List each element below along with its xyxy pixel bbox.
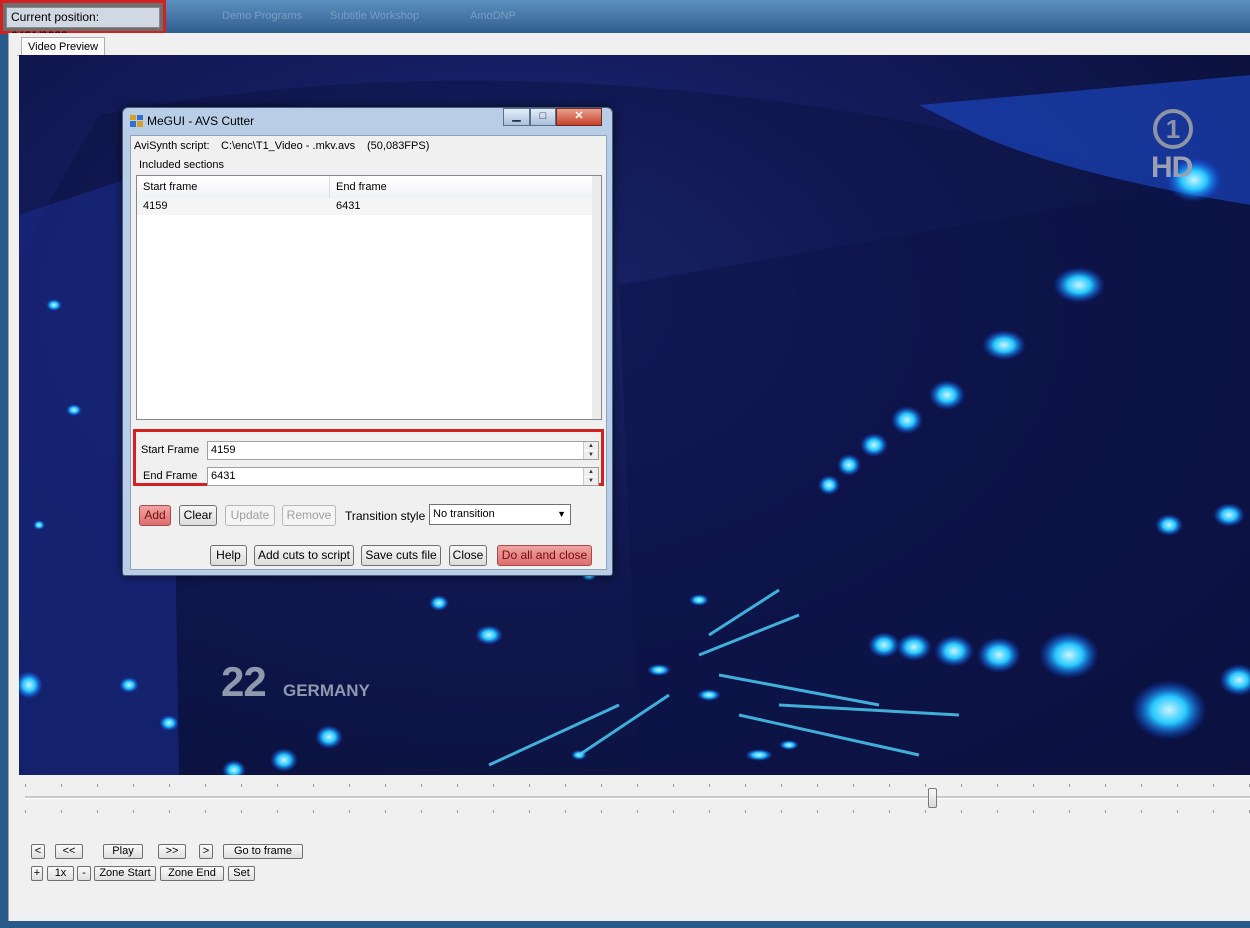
slider-ticks-bottom [25, 810, 1250, 813]
slider-thumb[interactable] [928, 788, 937, 808]
tab-video-preview[interactable]: Video Preview [21, 37, 106, 56]
dialog-title: MeGUI - AVS Cutter [147, 114, 255, 128]
spin-up-icon[interactable]: ▲ [584, 468, 598, 476]
taskbar-ghost-item: Demo Programs [222, 10, 303, 22]
seek-slider[interactable] [25, 780, 1250, 820]
remove-button[interactable]: Remove [282, 505, 336, 526]
slider-track [25, 796, 1250, 799]
taskbar: Demo Programs Subtitle Workshop AmoDNP [0, 0, 1250, 33]
help-button[interactable]: Help [210, 545, 247, 566]
app-icon [130, 115, 143, 127]
zoom-level-button[interactable]: 1x [47, 866, 74, 881]
transition-style-select[interactable]: No transition ▼ [429, 504, 571, 525]
current-position-label: Current position: 6431/9038 [6, 7, 160, 43]
rewind-button[interactable]: << [55, 844, 83, 859]
end-frame-spinner[interactable]: ▲ ▼ [583, 468, 598, 485]
transition-style-label: Transition style [345, 509, 426, 523]
sections-label: Included sections [139, 159, 224, 171]
script-fps: (50,083FPS) [367, 140, 430, 152]
close-icon[interactable]: ✕ [556, 108, 602, 126]
end-frame-input[interactable]: 6431 ▲ ▼ [207, 467, 599, 486]
do-all-and-close-button[interactable]: Do all and close [497, 545, 592, 566]
spin-down-icon[interactable]: ▼ [584, 477, 598, 485]
zone-start-button[interactable]: Zone Start [94, 866, 156, 881]
taskbar-ghost-item: AmoDNP [470, 10, 516, 22]
start-frame-value: 4159 [211, 444, 236, 456]
play-button[interactable]: Play [103, 844, 143, 859]
set-button[interactable]: Set [228, 866, 255, 881]
start-frame-label: Start Frame [141, 444, 200, 456]
column-end-frame[interactable]: End frame [330, 176, 593, 198]
minimize-icon[interactable]: ▁ [503, 108, 530, 126]
maximize-icon[interactable]: □ [530, 108, 556, 126]
row-start-frame: 4159 [143, 200, 168, 212]
end-frame-label: End Frame [143, 470, 198, 482]
sections-list[interactable]: Start frame End frame 4159 6431 [136, 175, 602, 420]
start-frame-spinner[interactable]: ▲ ▼ [583, 442, 598, 459]
zone-end-button[interactable]: Zone End [160, 866, 224, 881]
clear-button[interactable]: Clear [179, 505, 217, 526]
update-button[interactable]: Update [225, 505, 275, 526]
avs-cutter-dialog: MeGUI - AVS Cutter ▁ □ ✕ AviSynth script… [122, 107, 613, 576]
channel-logo-icon: 1 [1153, 109, 1193, 149]
row-end-frame: 6431 [336, 200, 361, 212]
end-frame-value: 6431 [211, 470, 236, 482]
table-row[interactable]: 4159 6431 [137, 198, 593, 215]
save-cuts-file-button[interactable]: Save cuts file [361, 545, 441, 566]
channel-hd-logo: HD [1151, 151, 1193, 184]
zoom-in-button[interactable]: + [31, 866, 43, 881]
close-button[interactable]: Close [449, 545, 487, 566]
spin-down-icon[interactable]: ▼ [584, 451, 598, 459]
go-to-frame-button[interactable]: Go to frame [223, 844, 303, 859]
dropdown-arrow-icon: ▼ [557, 509, 566, 519]
transition-style-value: No transition [433, 508, 495, 520]
add-button[interactable]: Add [139, 505, 171, 526]
dialog-client-area: AviSynth script: C:\enc\T1_Video - .mkv.… [130, 135, 607, 570]
script-label: AviSynth script: [134, 140, 210, 152]
list-scrollbar[interactable] [592, 176, 601, 419]
column-start-frame[interactable]: Start frame [137, 176, 330, 198]
next-frame-button[interactable]: > [199, 844, 213, 859]
zoom-out-button[interactable]: - [77, 866, 91, 881]
overlay-number: 22 [221, 658, 267, 705]
spin-up-icon[interactable]: ▲ [584, 442, 598, 450]
current-position-highlight: Current position: 6431/9038 [0, 0, 166, 43]
taskbar-ghost-item: Subtitle Workshop [330, 10, 420, 22]
script-path: C:\enc\T1_Video - .mkv.avs [221, 140, 356, 152]
tab-strip: Video Preview [17, 37, 1250, 56]
start-frame-input[interactable]: 4159 ▲ ▼ [207, 441, 599, 460]
list-header: Start frame End frame [137, 176, 593, 199]
prev-frame-button[interactable]: < [31, 844, 45, 859]
add-cuts-to-script-button[interactable]: Add cuts to script [254, 545, 354, 566]
fast-forward-button[interactable]: >> [158, 844, 186, 859]
overlay-country: GERMANY [283, 681, 370, 700]
